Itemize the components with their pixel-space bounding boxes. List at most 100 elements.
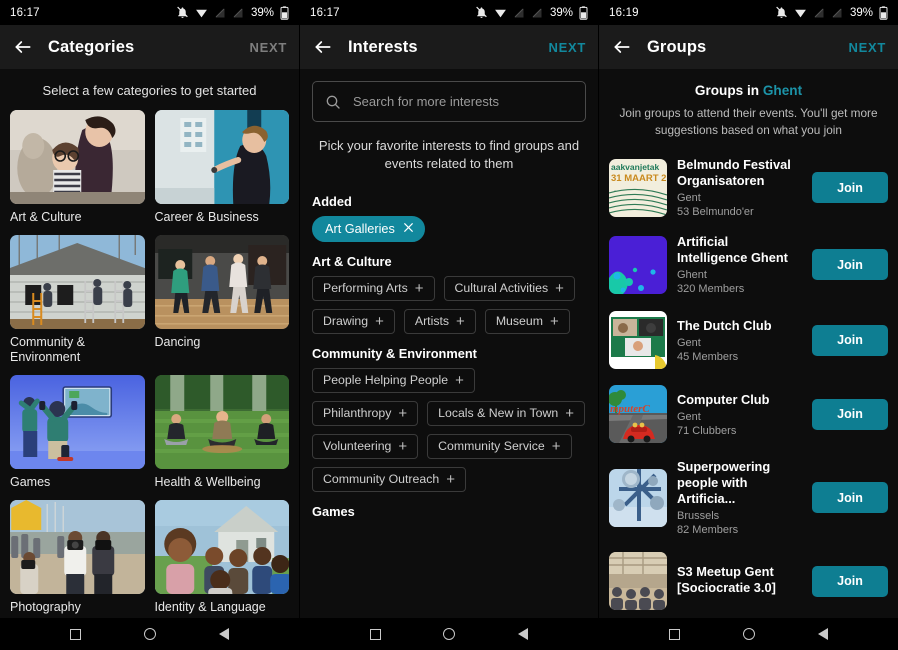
category-card-identity-language[interactable]: Identity & Language bbox=[155, 500, 290, 616]
app-bar: Groups NEXT bbox=[599, 25, 898, 69]
group-row-superpowering-people[interactable]: Superpowering people with Artificia... B… bbox=[609, 451, 888, 544]
three-phone-screenshots: 16:17 39% Categories NEXT Select a few c… bbox=[0, 0, 898, 650]
chip-label: Cultural Activities bbox=[455, 281, 549, 295]
category-card-health-wellbeing[interactable]: Health & Wellbeing bbox=[155, 375, 290, 491]
category-thumbnail bbox=[155, 110, 290, 204]
plus-icon: + bbox=[398, 439, 407, 454]
android-nav-bar bbox=[0, 618, 299, 650]
next-button[interactable]: NEXT bbox=[849, 40, 886, 55]
chip-label: Museum bbox=[496, 314, 543, 328]
interests-intro: Pick your favorite interests to find gro… bbox=[300, 122, 598, 182]
search-input[interactable]: Search for more interests bbox=[312, 81, 586, 122]
back-nav-icon[interactable] bbox=[515, 626, 531, 642]
next-button[interactable]: NEXT bbox=[549, 40, 586, 55]
search-section: Search for more interests bbox=[300, 69, 598, 122]
category-thumbnail bbox=[155, 500, 290, 594]
category-label: Community & Environment bbox=[10, 335, 145, 366]
close-icon[interactable] bbox=[402, 221, 415, 236]
join-button[interactable]: Join bbox=[812, 325, 888, 356]
group-row-s3-meetup-gent[interactable]: S3 Meetup Gent [Sociocratie 3.0] Join bbox=[609, 544, 888, 618]
recent-apps-icon[interactable] bbox=[367, 626, 383, 642]
chip-label: Drawing bbox=[323, 314, 368, 328]
category-label: Identity & Language bbox=[155, 600, 290, 616]
group-name: Computer Club bbox=[677, 392, 802, 408]
page-title: Interests bbox=[348, 38, 418, 57]
status-time: 16:17 bbox=[310, 7, 340, 19]
conference-hall-thumbnail bbox=[609, 552, 667, 610]
search-placeholder: Search for more interests bbox=[353, 94, 499, 109]
back-nav-icon[interactable] bbox=[815, 626, 831, 642]
back-arrow-icon[interactable] bbox=[312, 36, 334, 58]
home-icon[interactable] bbox=[741, 626, 757, 642]
group-city: Ghent bbox=[677, 269, 802, 281]
status-bar: 16:19 39% bbox=[599, 0, 898, 25]
category-card-dancing[interactable]: Dancing bbox=[155, 235, 290, 366]
interest-chip-community-service[interactable]: Community Service+ bbox=[427, 434, 571, 459]
plus-icon: + bbox=[565, 406, 574, 421]
join-button[interactable]: Join bbox=[812, 249, 888, 280]
category-card-community-environment[interactable]: Community & Environment bbox=[10, 235, 145, 366]
category-card-games[interactable]: Games bbox=[10, 375, 145, 491]
group-info: S3 Meetup Gent [Sociocratie 3.0] bbox=[677, 564, 802, 599]
app-bar: Categories NEXT bbox=[0, 25, 299, 69]
interest-chip-locals-new-in-town[interactable]: Locals & New in Town + bbox=[427, 401, 585, 426]
recent-apps-icon[interactable] bbox=[68, 626, 84, 642]
recent-apps-icon[interactable] bbox=[667, 626, 683, 642]
interest-chip-people-helping-people[interactable]: People Helping People+ bbox=[312, 368, 475, 393]
signal-sim1-icon bbox=[214, 7, 226, 19]
category-card-art-culture[interactable]: Art & Culture bbox=[10, 110, 145, 226]
home-icon[interactable] bbox=[142, 626, 158, 642]
chip-label: Locals & New in Town bbox=[438, 406, 558, 420]
group-member-count: 82 Members bbox=[677, 524, 802, 536]
back-arrow-icon[interactable] bbox=[12, 36, 34, 58]
interest-chip-cultural-activities[interactable]: Cultural Activities+ bbox=[444, 276, 575, 301]
category-card-photography[interactable]: Photography bbox=[10, 500, 145, 616]
section-heading-art-culture: Art & Culture bbox=[300, 242, 598, 276]
page-title: Categories bbox=[48, 38, 134, 57]
groups-list: aakvanjetak 31 MAART 2 ~ Belmundo Festiv… bbox=[599, 143, 898, 618]
interest-chip-performing-arts[interactable]: Performing Arts+ bbox=[312, 276, 435, 301]
category-card-career-business[interactable]: Career & Business bbox=[155, 110, 290, 226]
battery-icon bbox=[879, 6, 888, 20]
interests-body: Search for more interests Pick your favo… bbox=[300, 69, 598, 650]
battery-percent: 39% bbox=[550, 7, 573, 19]
svg-text:mputerC: mputerC bbox=[610, 403, 650, 415]
interest-chip-drawing[interactable]: Drawing + bbox=[312, 309, 395, 334]
back-arrow-icon[interactable] bbox=[611, 36, 633, 58]
plus-icon: + bbox=[446, 472, 455, 487]
join-button[interactable]: Join bbox=[812, 399, 888, 430]
join-button[interactable]: Join bbox=[812, 566, 888, 597]
interest-chip-artists[interactable]: Artists+ bbox=[404, 309, 476, 334]
group-row-computer-club[interactable]: mputerC Computer Club bbox=[609, 377, 888, 451]
atomium-brussels-thumbnail bbox=[609, 469, 667, 527]
home-icon[interactable] bbox=[441, 626, 457, 642]
group-name: Belmundo Festival Organisatoren bbox=[677, 157, 802, 189]
join-button[interactable]: Join bbox=[812, 172, 888, 203]
status-icons: 39% bbox=[475, 6, 588, 20]
back-nav-icon[interactable] bbox=[216, 626, 232, 642]
svg-text:31 MAART 2: 31 MAART 2 bbox=[611, 173, 666, 184]
next-button[interactable]: NEXT bbox=[250, 40, 287, 55]
category-label: Dancing bbox=[155, 335, 290, 351]
interest-chip-volunteering[interactable]: Volunteering+ bbox=[312, 434, 418, 459]
groups-city: Ghent bbox=[763, 83, 802, 98]
group-row-ai-ghent[interactable]: Artificial Intelligence Ghent Ghent 320 … bbox=[609, 226, 888, 303]
added-chips: Art Galleries bbox=[300, 216, 598, 242]
interest-chip-philanthropy[interactable]: Philanthropy+ bbox=[312, 401, 418, 426]
interest-chip-community-outreach[interactable]: Community Outreach+ bbox=[312, 467, 466, 492]
battery-percent: 39% bbox=[850, 7, 873, 19]
category-label: Games bbox=[10, 475, 145, 491]
section-heading-community-environment: Community & Environment bbox=[300, 334, 598, 368]
group-row-dutch-club[interactable]: The Dutch Club Gent 45 Members Join bbox=[609, 303, 888, 377]
group-row-belmundo[interactable]: aakvanjetak 31 MAART 2 ~ Belmundo Festiv… bbox=[609, 149, 888, 226]
group-info: Artificial Intelligence Ghent Ghent 320 … bbox=[677, 234, 802, 295]
category-thumbnail bbox=[10, 500, 145, 594]
chip-label: Artists bbox=[415, 314, 449, 328]
plus-icon: + bbox=[375, 314, 384, 329]
plus-icon: + bbox=[552, 439, 561, 454]
join-button[interactable]: Join bbox=[812, 482, 888, 513]
added-chip-art-galleries[interactable]: Art Galleries bbox=[312, 216, 425, 242]
interest-chip-museum[interactable]: Museum+ bbox=[485, 309, 570, 334]
wifi-icon bbox=[794, 6, 807, 19]
category-thumbnail bbox=[10, 110, 145, 204]
